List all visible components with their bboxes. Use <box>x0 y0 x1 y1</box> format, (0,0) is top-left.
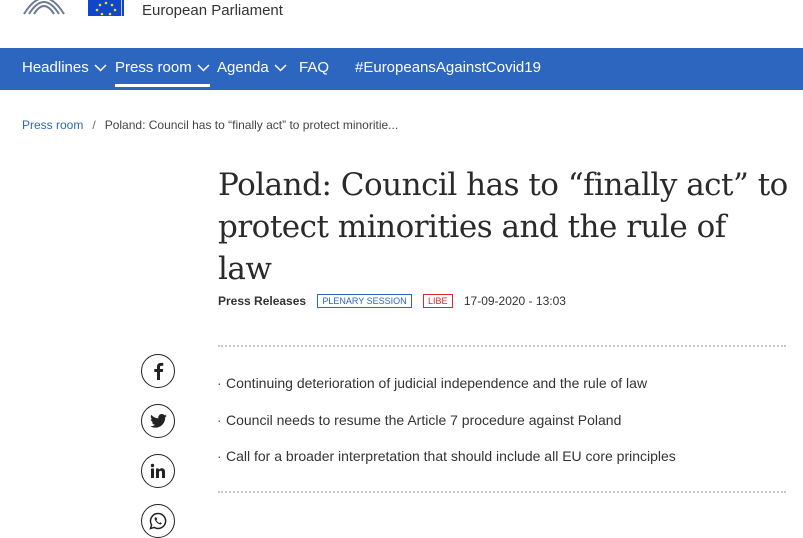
nav-item-agenda[interactable]: Agenda <box>217 48 287 90</box>
breadcrumb-separator: / <box>92 118 96 132</box>
nav-item-label: Agenda <box>217 59 269 76</box>
breadcrumb-press-room-link[interactable]: Press room <box>22 118 83 132</box>
divider-bottom <box>218 491 786 493</box>
facebook-icon <box>154 362 164 380</box>
site-header: European Parliament <box>0 0 803 48</box>
publication-date: 17-09-2020 - 13:03 <box>463 294 566 308</box>
article-title: Poland: Council has to “finally act” to … <box>218 167 788 287</box>
highlight-text: Continuing deterioration of judicial ind… <box>226 375 648 391</box>
nav-item-headlines[interactable]: Headlines <box>22 48 107 90</box>
highlight-text: Council needs to resume the Article 7 pr… <box>226 411 622 428</box>
chevron-down-icon <box>94 64 107 72</box>
share-facebook-button[interactable] <box>141 354 175 388</box>
plenary-session-badge[interactable]: PLENARY SESSION <box>317 294 412 308</box>
article-highlights: · Continuing deterioration of judicial in… <box>217 372 676 482</box>
highlight-item: · Call for a broader interpretation that … <box>217 445 676 482</box>
libe-committee-badge[interactable]: LIBE <box>422 294 453 308</box>
chevron-down-icon <box>197 64 210 72</box>
highlight-text: Call for a broader interpretation that s… <box>226 448 676 464</box>
nav-item-europeans-against-covid19[interactable]: #EuropeansAgainstCovid19 <box>355 48 541 90</box>
parliament-arch-icon <box>23 0 65 15</box>
nav-item-faq[interactable]: FAQ <box>299 48 329 90</box>
nav-item-label: Headlines <box>22 59 89 76</box>
highlight-item: · Council needs to resume the Article 7 p… <box>217 409 676 446</box>
article-type: Press Releases <box>218 294 307 308</box>
nav-item-label: FAQ <box>299 59 330 76</box>
divider-top <box>218 345 786 347</box>
highlight-item: · Continuing deterioration of judicial in… <box>217 372 676 409</box>
article-meta: Press Releases PLENARY SESSION LIBE 17-0… <box>218 294 566 310</box>
chevron-down-icon <box>274 64 287 72</box>
share-linkedin-button[interactable] <box>141 454 175 488</box>
share-twitter-button[interactable] <box>141 404 175 438</box>
bullet-point: · <box>217 411 222 428</box>
whatsapp-icon <box>149 512 167 530</box>
breadcrumb: Press room / Poland: Council has to “final… <box>22 118 398 132</box>
article-body-peek <box>218 515 738 525</box>
nav-item-press-room[interactable]: Press room <box>115 48 210 90</box>
main-navigation: Headlines Press room Agenda FAQ #Europea… <box>0 48 803 90</box>
nav-item-label: #EuropeansAgainstCovid19 <box>355 59 541 76</box>
european-parliament-logo[interactable] <box>22 0 124 16</box>
bullet-point: · <box>217 448 222 464</box>
breadcrumb-current-page: Poland: Council has to “finally act” to … <box>104 118 399 132</box>
header-divider <box>121 0 122 16</box>
linkedin-icon <box>150 463 165 478</box>
share-whatsapp-button[interactable] <box>141 504 175 538</box>
bullet-point: · <box>217 375 222 391</box>
site-title[interactable]: European Parliament <box>142 2 283 19</box>
eu-flag-icon <box>88 0 124 16</box>
nav-item-label: Press room <box>115 59 192 76</box>
twitter-icon <box>149 414 167 428</box>
